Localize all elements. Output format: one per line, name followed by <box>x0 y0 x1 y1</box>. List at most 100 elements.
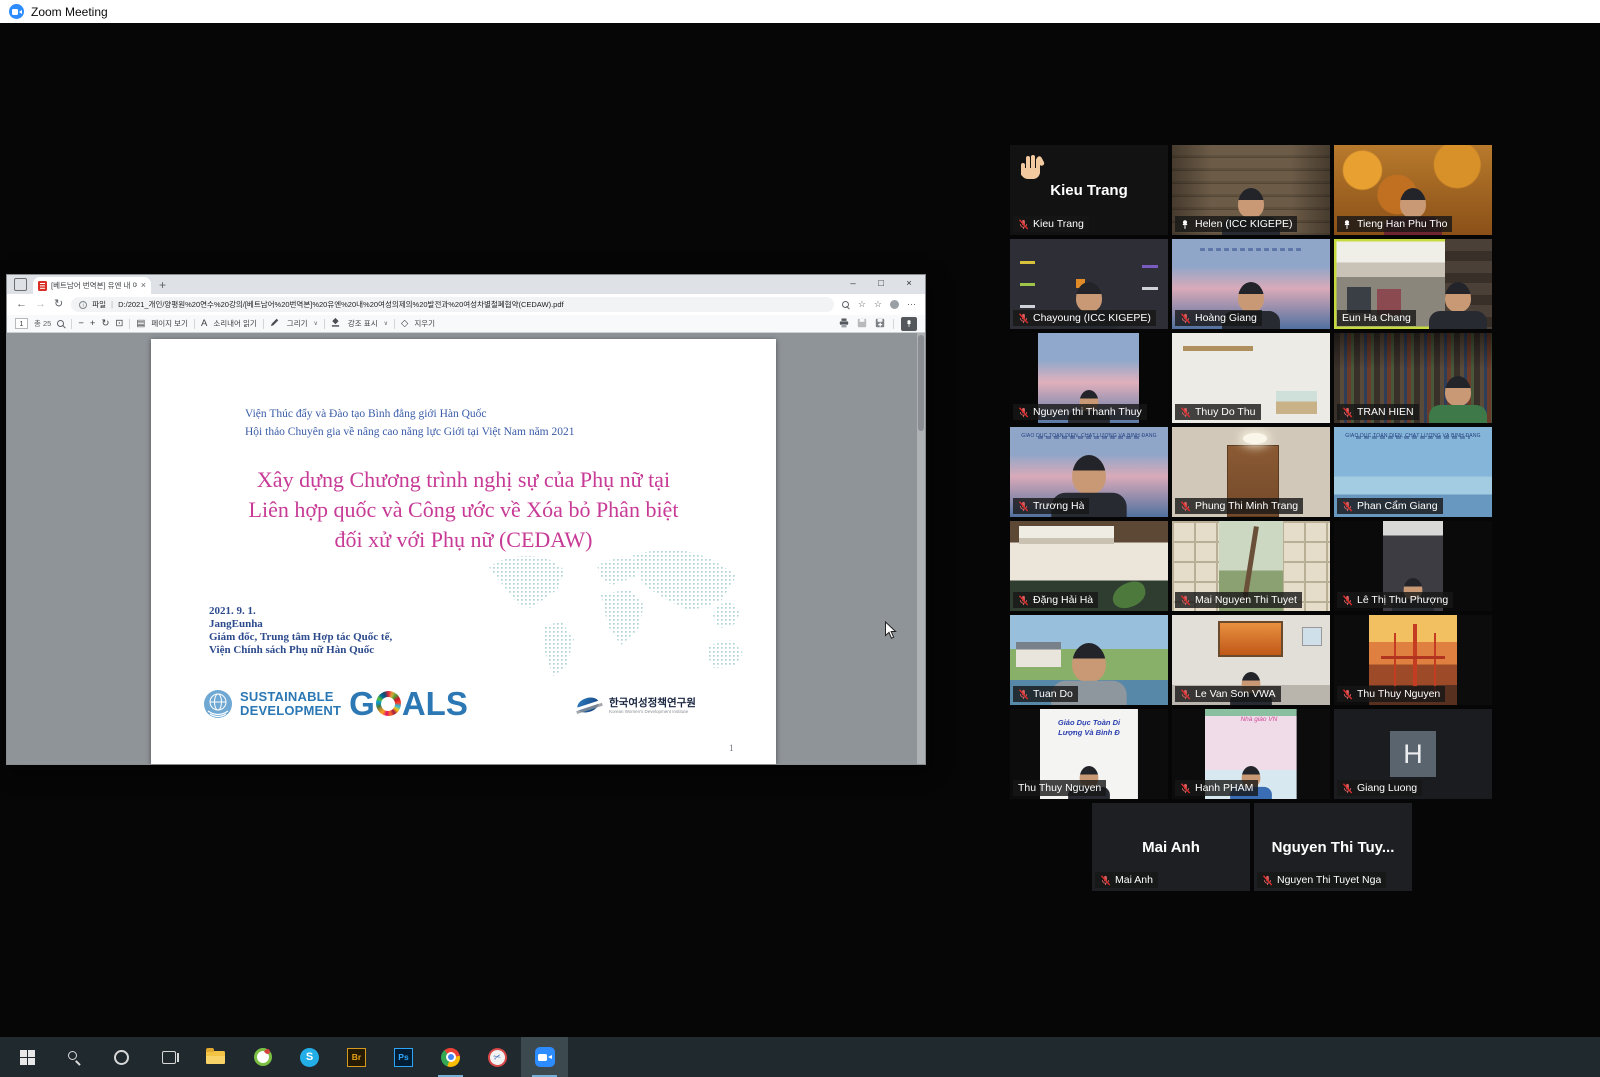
tab-actions-button[interactable] <box>14 278 27 291</box>
zoom-in-icon[interactable]: + <box>90 319 96 329</box>
zoom-out-icon[interactable]: − <box>78 319 84 329</box>
adobe-bridge-icon[interactable]: Br <box>333 1037 380 1077</box>
participant-tile[interactable]: Chayoung (ICC KIGEPE) <box>1010 239 1168 329</box>
toolbar-pin-icon[interactable] <box>901 317 917 331</box>
address-scheme-label: 파일 <box>92 299 106 310</box>
slide-page-number: 1 <box>729 743 734 753</box>
kwdi-english-name: Korean Women's Development Institute <box>609 709 696 714</box>
cortana-icon[interactable] <box>98 1037 145 1077</box>
erase-button[interactable]: 지우기 <box>414 318 435 329</box>
read-aloud-icon[interactable]: A <box>201 319 207 329</box>
draw-chevron-icon[interactable]: ∨ <box>314 320 318 327</box>
participant-tile[interactable]: Mai AnhMai Anh <box>1092 803 1250 891</box>
participant-tile[interactable]: Lê Thị Thu Phượng <box>1334 521 1492 611</box>
participant-tile[interactable]: Giáo Dục Toàn DiLượng Và Bình ĐThu Thuy … <box>1010 709 1168 799</box>
participant-tile[interactable]: Kieu TrangKieu Trang <box>1010 145 1168 235</box>
read-aloud-button[interactable]: 소리내어 읽기 <box>213 318 256 329</box>
skype-icon[interactable]: S <box>286 1037 333 1077</box>
participant-tile[interactable]: HGiang Luong <box>1334 709 1492 799</box>
print-icon[interactable] <box>839 318 850 329</box>
page-view-icon[interactable]: ▤ <box>136 319 145 329</box>
participant-tile[interactable]: Đặng Hải Hà <box>1010 521 1168 611</box>
participant-name-text: TRAN HIEN <box>1357 406 1414 418</box>
sdg-word1: SUSTAINABLE <box>240 690 341 704</box>
new-tab-button[interactable]: + <box>159 279 166 291</box>
more-menu-icon[interactable]: ⋯ <box>907 300 916 309</box>
file-explorer-icon[interactable] <box>192 1037 239 1077</box>
muted-mic-icon <box>1018 313 1029 324</box>
participant-tile[interactable]: Mai Nguyen Thi Tuyet <box>1172 521 1330 611</box>
zoom-page-icon[interactable] <box>842 301 850 309</box>
scrollbar-thumb[interactable] <box>918 335 924 431</box>
participant-tile[interactable]: Thuy Do Thu <box>1172 333 1330 423</box>
participant-name-text: Helen (ICC KIGEPE) <box>1195 218 1292 230</box>
participant-tile[interactable]: Eun Ha Chang <box>1334 239 1492 329</box>
participant-tile[interactable]: GIÁO DỤC TOÀN DIỆN, CHẤT LƯỢNG VÀ BÌNH Đ… <box>1334 427 1492 517</box>
rotate-icon[interactable]: ↻ <box>101 319 109 329</box>
window-minimize-button[interactable]: – <box>839 275 867 293</box>
adobe-photoshop-icon[interactable]: Ps <box>380 1037 427 1077</box>
highlight-chevron-icon[interactable]: ∨ <box>384 320 388 327</box>
participant-name-text: Hanh PHAM <box>1195 782 1253 794</box>
participant-name-text: Phan Cẩm Giang <box>1357 500 1438 512</box>
highlight-button[interactable]: 강조 표시 <box>348 318 378 329</box>
participant-name-text: Giang Luong <box>1357 782 1417 794</box>
participant-tile[interactable]: Thu Thuy Nguyen <box>1334 615 1492 705</box>
zoom-icon[interactable] <box>521 1037 568 1077</box>
highlighter-icon[interactable] <box>331 318 342 329</box>
edge-browser-window[interactable]: [베트남어 번역본] 유엔 내 여성... × + – □ × ← → ↻ i … <box>6 274 926 765</box>
window-maximize-button[interactable]: □ <box>867 275 895 293</box>
chrome-icon[interactable] <box>427 1037 474 1077</box>
back-icon[interactable]: ← <box>16 299 27 310</box>
participant-name-label: Mai Anh <box>1095 872 1158 888</box>
capture-tool-icon[interactable]: ✂ <box>474 1037 521 1077</box>
participant-tile[interactable]: Tuan Do <box>1010 615 1168 705</box>
address-input[interactable]: i 파일 | D:/2021_개인/양평원%20연수%20강의/[베트남어%20… <box>71 297 834 312</box>
profile-avatar-icon[interactable] <box>890 300 899 309</box>
save-icon[interactable] <box>857 318 868 329</box>
save-as-icon[interactable] <box>875 318 886 329</box>
participant-name-label: Tieng Han Phu Tho <box>1337 216 1452 232</box>
participant-name-text: Chayoung (ICC KIGEPE) <box>1033 312 1151 324</box>
address-separator: | <box>111 300 113 309</box>
task-view-icon[interactable] <box>145 1037 192 1077</box>
participant-name-text: Le Van Son VWA <box>1195 688 1276 700</box>
participant-tile[interactable]: Nguyen Thi Tuy...Nguyen Thi Tuyet Nga <box>1254 803 1412 891</box>
participant-tile[interactable]: TRAN HIEN <box>1334 333 1492 423</box>
participant-name-text: Thuy Do Thu <box>1195 406 1256 418</box>
page-view-button[interactable]: 페이지 보기 <box>151 318 188 329</box>
participant-tile[interactable]: Helen (ICC KIGEPE) <box>1172 145 1330 235</box>
page-info-icon[interactable]: i <box>79 301 87 309</box>
slide-author-block: 2021. 9. 1. JangEunha Giám đốc, Trung tâ… <box>209 605 392 657</box>
world-map-dots <box>481 539 761 691</box>
eraser-icon[interactable]: ◇ <box>401 319 408 329</box>
participant-tile[interactable]: Nguyen thi Thanh Thuy <box>1010 333 1168 423</box>
sdg-word2: DEVELOPMENT <box>240 704 341 718</box>
page-number-input[interactable]: 1 <box>15 318 28 329</box>
search-icon[interactable] <box>51 1037 98 1077</box>
participant-tile[interactable]: Phung Thi Minh Trang <box>1172 427 1330 517</box>
tab-close-icon[interactable]: × <box>141 281 146 290</box>
window-close-button[interactable]: × <box>895 275 923 293</box>
muted-mic-icon <box>1342 501 1353 512</box>
collections-star-icon[interactable]: ☆ <box>858 300 866 309</box>
forward-icon[interactable]: → <box>35 299 46 310</box>
participant-tile[interactable]: Nhà giáo VNHanh PHAM <box>1172 709 1330 799</box>
participant-name-text: Thu Thuy Nguyen <box>1357 688 1440 700</box>
refresh-icon[interactable]: ↻ <box>54 299 63 310</box>
participant-tile[interactable]: Le Van Son VWA <box>1172 615 1330 705</box>
draw-pen-icon[interactable] <box>270 318 281 329</box>
participant-tile[interactable]: Hoàng Giang <box>1172 239 1330 329</box>
fit-to-page-icon[interactable]: ⊡ <box>115 319 123 329</box>
draw-button[interactable]: 그리기 <box>287 318 308 329</box>
document-scrollbar[interactable] <box>917 333 925 764</box>
favorites-star-icon[interactable]: ☆ <box>874 300 882 309</box>
pdf-document-area[interactable]: Viện Thúc đẩy và Đào tạo Bình đẳng giới … <box>7 333 925 764</box>
muted-mic-icon <box>1180 595 1191 606</box>
participant-tile[interactable]: GIÁO DỤC TOÀN DIỆN, CHẤT LƯỢNG VÀ BÌNH Đ… <box>1010 427 1168 517</box>
start-icon[interactable] <box>4 1037 51 1077</box>
active-tab[interactable]: [베트남어 번역본] 유엔 내 여성... × <box>33 277 151 294</box>
participant-tile[interactable]: Tieng Han Phu Tho <box>1334 145 1492 235</box>
green-app-icon[interactable] <box>239 1037 286 1077</box>
search-document-icon[interactable] <box>57 320 65 328</box>
